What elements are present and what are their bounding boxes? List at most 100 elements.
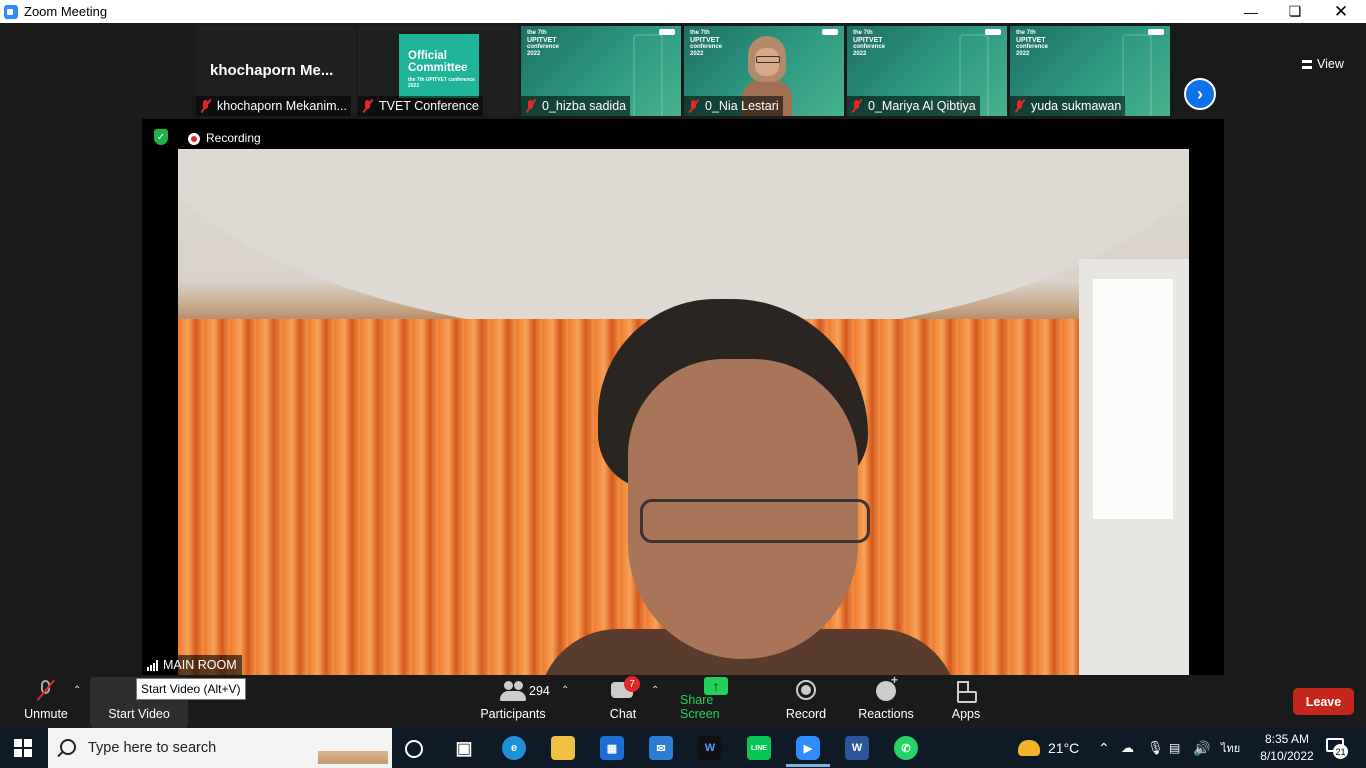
record-button[interactable]: Record: [783, 675, 829, 728]
clock-date: 8/10/2022: [1260, 749, 1314, 763]
webex-icon[interactable]: W: [698, 736, 722, 760]
windows-taskbar: Type here to search ▣ e ▦ ✉ W LINE ▶ W ✆…: [0, 728, 1366, 768]
network-icon[interactable]: ▤: [1169, 728, 1180, 768]
file-explorer-icon[interactable]: [551, 736, 575, 760]
leave-button[interactable]: Leave: [1293, 688, 1354, 715]
title-bar: Zoom Meeting — ❏ ✕: [0, 0, 1366, 23]
word-icon[interactable]: W: [845, 736, 869, 760]
cortana-icon[interactable]: [405, 740, 423, 758]
volume-icon[interactable]: 🔊: [1193, 728, 1210, 768]
participant-tile[interactable]: khochaporn Me... khochaporn Mekanim...: [196, 26, 356, 116]
view-label: View: [1317, 57, 1344, 71]
start-button[interactable]: [14, 739, 32, 757]
chevron-right-icon: ›: [1197, 83, 1203, 104]
muted-mic-icon: [1014, 99, 1026, 113]
start-video-tooltip: Start Video (Alt+V): [136, 678, 246, 700]
video-top-bar: ✓ Recording: [142, 119, 1224, 149]
weather-temp: 21°C: [1048, 740, 1080, 756]
chat-options-caret[interactable]: ⌃: [651, 685, 659, 696]
conference-brand: the 7th UPITVET conference 2022: [1016, 30, 1048, 58]
brand-line: 2022: [690, 51, 704, 57]
clock-time: 8:35 AM: [1264, 732, 1310, 746]
chat-unread-badge: 7: [624, 676, 640, 692]
room-label: MAIN ROOM: [142, 655, 242, 675]
microphone-tray-icon[interactable]: 🎙: [1147, 728, 1164, 768]
whatsapp-icon[interactable]: ✆: [894, 736, 918, 760]
task-view-icon[interactable]: ▣: [452, 736, 476, 760]
audio-options-caret[interactable]: ⌃: [73, 685, 81, 696]
participant-name-bar: 0_Nia Lestari: [684, 96, 783, 116]
brand-line: UPITVET: [690, 37, 720, 44]
start-video-label: Start Video: [108, 707, 170, 721]
minimize-button[interactable]: —: [1228, 0, 1274, 23]
microsoft-store-icon[interactable]: ▦: [600, 736, 624, 760]
line-app-icon[interactable]: LINE: [747, 736, 771, 760]
participant-display-name: khochaporn Me...: [210, 62, 334, 79]
brand-line: conference: [853, 44, 886, 50]
speaker-video-feed: [178, 149, 1189, 675]
speaker-person: [538, 299, 958, 675]
weather-widget[interactable]: 21°C: [1018, 728, 1079, 768]
restore-button[interactable]: ❏: [1272, 0, 1318, 23]
brand-line: 2022: [527, 51, 541, 57]
participant-name: TVET Conference: [379, 99, 479, 113]
apps-button[interactable]: Apps: [946, 675, 986, 728]
security-shield-icon[interactable]: ✓: [154, 129, 168, 145]
onedrive-icon[interactable]: ☁: [1121, 728, 1134, 768]
share-screen-icon: ↑: [703, 675, 729, 695]
window-title: Zoom Meeting: [24, 4, 108, 19]
edge-browser-icon[interactable]: e: [502, 736, 526, 760]
apps-label: Apps: [951, 707, 981, 721]
muted-mic-icon: [362, 99, 374, 113]
participant-tile[interactable]: the 7th UPITVET conference 2022 0_hizba …: [521, 26, 681, 116]
reactions-button[interactable]: Reactions: [856, 673, 916, 728]
background-graphic: [633, 34, 663, 116]
conference-brand: the 7th UPITVET conference 2022: [690, 30, 722, 58]
official-committee-logo: Official Committee the 7th UPITVET confe…: [399, 34, 479, 98]
participant-name-bar: yuda sukmawan: [1010, 96, 1126, 116]
brand-line: the 7th: [1016, 30, 1036, 36]
brand-line: conference: [527, 44, 560, 50]
next-page-button[interactable]: ›: [1184, 78, 1216, 110]
zoom-logo-icon: [4, 4, 18, 19]
taskbar-search-box[interactable]: Type here to search: [48, 728, 392, 768]
unmute-label: Unmute: [24, 707, 68, 721]
participant-name: 0_hizba sadida: [542, 99, 627, 113]
notification-center-icon[interactable]: 21: [1326, 738, 1348, 759]
brand-line: the 7th: [527, 30, 547, 36]
share-screen-button[interactable]: ↑ Share Screen: [680, 675, 752, 728]
participants-button[interactable]: Participants: [478, 675, 548, 728]
unmute-button[interactable]: Unmute: [18, 675, 74, 728]
recording-label: Recording: [206, 131, 261, 145]
active-app-indicator: [786, 764, 830, 767]
recording-icon: [188, 133, 200, 145]
search-placeholder: Type here to search: [88, 740, 217, 756]
brand-line: 2022: [853, 51, 867, 57]
show-hidden-icons-button[interactable]: ⌃: [1098, 728, 1110, 768]
muted-mic-icon: [200, 99, 212, 113]
view-button[interactable]: View: [1302, 57, 1344, 71]
participant-name-bar: TVET Conference: [358, 96, 483, 116]
grid-view-icon: [1302, 59, 1312, 69]
active-speaker-video: ✓ Recording MAIN ROOM: [142, 119, 1224, 675]
brand-line: 2022: [1016, 51, 1030, 57]
chat-button[interactable]: 7 Chat: [603, 675, 643, 728]
lci-logo: [822, 29, 838, 35]
input-language-indicator[interactable]: ไทย: [1221, 728, 1240, 768]
brand-line: conference: [1016, 44, 1049, 50]
signal-strength-icon: [147, 659, 158, 671]
participant-tile[interactable]: the 7th UPITVET conference 2022 0_Nia Le…: [684, 26, 844, 116]
participant-name: yuda sukmawan: [1031, 99, 1122, 113]
close-button[interactable]: ✕: [1318, 0, 1364, 23]
participant-tile[interactable]: the 7th UPITVET conference 2022 0_Mariya…: [847, 26, 1007, 116]
system-clock[interactable]: 8:35 AM 8/10/2022: [1256, 731, 1318, 765]
committee-title: Official Committee: [408, 50, 468, 74]
share-screen-label: Share Screen: [680, 693, 720, 721]
committee-subtitle: the 7th UPITVET conference 2022: [408, 77, 475, 89]
participant-tile[interactable]: the 7th UPITVET conference 2022 yuda suk…: [1010, 26, 1170, 116]
record-label: Record: [785, 707, 827, 721]
zoom-app-icon[interactable]: ▶: [796, 736, 820, 760]
participants-options-caret[interactable]: ⌃: [561, 685, 569, 696]
participant-tile[interactable]: Official Committee the 7th UPITVET confe…: [358, 26, 518, 116]
mail-icon[interactable]: ✉: [649, 736, 673, 760]
